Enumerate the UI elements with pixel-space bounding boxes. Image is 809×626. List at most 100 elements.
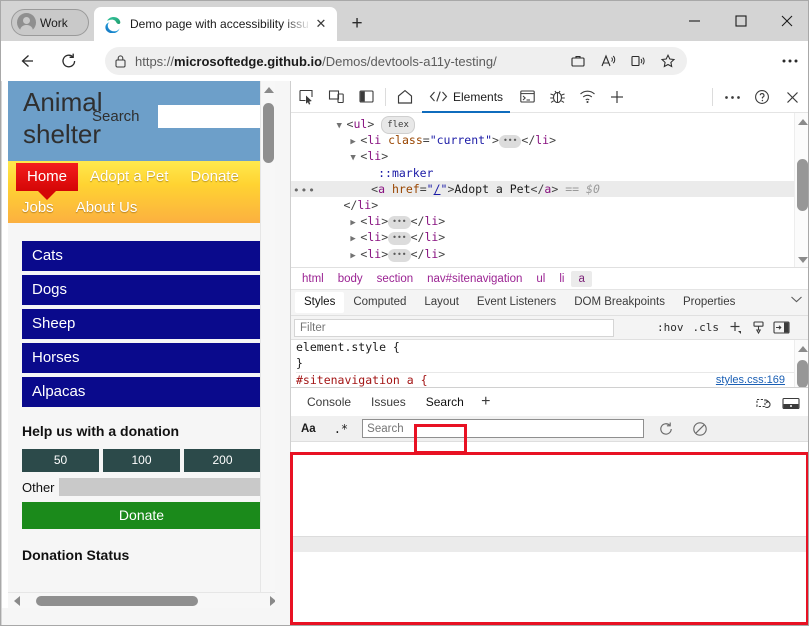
toggle-sidebar-icon[interactable] (771, 318, 791, 337)
dom-line[interactable]: ▶<li>•••</li> (291, 229, 809, 245)
scroll-up-arrow-icon[interactable] (261, 81, 275, 98)
tab-console[interactable]: Console (297, 390, 361, 415)
tab-issues[interactable]: Issues (361, 390, 416, 415)
breadcrumb-item-a[interactable]: a (571, 271, 591, 287)
list-item[interactable]: Alpacas (22, 377, 261, 407)
sources-debug-icon[interactable] (542, 82, 572, 112)
dom-line[interactable]: ▼<li> (291, 148, 809, 164)
hov-toggle-button[interactable]: :hov (654, 321, 687, 334)
scroll-up-arrow-icon[interactable] (795, 113, 809, 130)
tab-styles[interactable]: Styles (295, 292, 344, 313)
tab-properties[interactable]: Properties (674, 292, 744, 313)
device-emulation-icon[interactable] (321, 82, 351, 112)
other-amount-input[interactable] (59, 478, 261, 496)
profile-button[interactable]: Work (11, 9, 89, 36)
scroll-up-arrow-icon[interactable] (795, 340, 809, 357)
cls-toggle-button[interactable]: .cls (690, 321, 723, 334)
back-arrow-icon[interactable] (11, 46, 43, 76)
breadcrumb-item-ul[interactable]: ul (529, 271, 552, 287)
scroll-down-arrow-icon[interactable] (795, 251, 809, 268)
add-panel-icon[interactable] (602, 82, 632, 112)
dom-line[interactable]: ▼<ul> flex (291, 116, 809, 132)
dom-line-selected[interactable]: ••• <a href="/">Adopt a Pet</a> == $0 (291, 181, 809, 197)
css-source-link[interactable]: styles.css:169 (716, 373, 785, 387)
nav-link-donate[interactable]: Donate (190, 168, 238, 185)
page-horizontal-scrollbar[interactable] (8, 592, 275, 608)
dom-line[interactable]: ▶<li>•••</li> (291, 213, 809, 229)
add-drawer-tab-icon[interactable]: + (474, 393, 498, 411)
address-bar[interactable]: https://microsoftedge.github.io/Demos/de… (105, 47, 687, 75)
page-vertical-scrollbar[interactable] (260, 81, 275, 608)
element-state-icon[interactable] (748, 318, 768, 337)
donate-button[interactable]: Donate (22, 502, 261, 529)
more-settings-icon[interactable] (772, 46, 808, 76)
list-item[interactable]: Dogs (22, 275, 261, 305)
dom-line[interactable]: </li> (291, 197, 809, 213)
chevron-down-icon[interactable] (790, 294, 803, 304)
list-item[interactable]: Horses (22, 343, 261, 373)
breadcrumb-item-nav[interactable]: nav#sitenavigation (420, 271, 529, 287)
refresh-search-icon[interactable] (654, 418, 678, 440)
new-tab-button[interactable]: + (345, 12, 369, 36)
console-icon[interactable] (512, 82, 542, 112)
collections-icon[interactable] (563, 48, 593, 74)
scroll-right-arrow-icon[interactable] (264, 593, 275, 608)
search-input[interactable] (362, 419, 644, 438)
tab-event-listeners[interactable]: Event Listeners (468, 292, 565, 313)
element-style-rule[interactable]: element.style { } (296, 340, 809, 371)
list-item[interactable]: Cats (22, 241, 261, 271)
styles-filter-input[interactable] (294, 319, 614, 337)
page-vertical-scroll-thumb[interactable] (263, 103, 274, 163)
amount-button-100[interactable]: 100 (103, 449, 180, 472)
nav-link-home[interactable]: Home (16, 163, 78, 191)
dom-line-pseudo[interactable]: ::marker (291, 165, 809, 181)
network-icon[interactable] (572, 82, 602, 112)
nav-link-about-us[interactable]: About Us (76, 199, 138, 216)
nav-link-adopt-a-pet[interactable]: Adopt a Pet (90, 168, 168, 185)
tab-layout[interactable]: Layout (415, 292, 468, 313)
tab-search[interactable]: Search (416, 390, 474, 415)
read-aloud-icon[interactable] (593, 48, 623, 74)
tab-computed[interactable]: Computed (344, 292, 415, 313)
tab-dom-breakpoints[interactable]: DOM Breakpoints (565, 292, 674, 313)
minimize-button[interactable] (672, 1, 718, 41)
amount-button-200[interactable]: 200 (184, 449, 261, 472)
breadcrumb-item-li[interactable]: li (552, 271, 571, 287)
close-window-button[interactable] (764, 1, 809, 41)
regex-button[interactable]: .* (330, 421, 352, 437)
new-style-rule-icon[interactable] (725, 318, 745, 337)
maximize-button[interactable] (718, 1, 764, 41)
favorite-star-icon[interactable] (653, 48, 683, 74)
dom-tree-scrollbar[interactable] (794, 113, 809, 268)
styles-scroll-thumb[interactable] (797, 360, 808, 387)
css-rule[interactable]: #sitenavigation a { styles.css:169 (296, 373, 809, 387)
breadcrumb-item-section[interactable]: section (370, 271, 420, 287)
page-horizontal-scroll-thumb[interactable] (36, 596, 198, 606)
styles-scrollbar[interactable] (794, 340, 809, 387)
breadcrumb-item-html[interactable]: html (295, 271, 331, 287)
match-case-button[interactable]: Aa (297, 422, 320, 436)
dom-tree-scroll-thumb[interactable] (797, 159, 808, 211)
dom-line[interactable]: ▶<li>•••</li> (291, 246, 809, 262)
dock-side-icon[interactable] (351, 82, 381, 112)
breadcrumb-item-body[interactable]: body (331, 271, 370, 287)
amount-button-50[interactable]: 50 (22, 449, 99, 472)
scroll-left-arrow-icon[interactable] (8, 593, 25, 608)
dock-drawer-icon[interactable] (777, 391, 805, 415)
nav-link-jobs[interactable]: Jobs (22, 199, 54, 216)
site-search-input[interactable] (158, 105, 275, 128)
more-tools-icon[interactable] (717, 82, 747, 112)
clear-search-icon[interactable] (688, 418, 712, 440)
refresh-icon[interactable] (53, 46, 85, 76)
close-devtools-icon[interactable] (777, 82, 807, 112)
immersive-reader-icon[interactable] (623, 48, 653, 74)
dom-line[interactable]: ▶<li class="current">•••</li> (291, 132, 809, 148)
devtools-settings-icon[interactable] (749, 391, 777, 415)
browser-tab[interactable]: Demo page with accessibility issu ✕ (94, 7, 337, 41)
list-item[interactable]: Sheep (22, 309, 261, 339)
welcome-home-icon[interactable] (390, 82, 420, 112)
tab-close-icon[interactable]: ✕ (311, 14, 331, 34)
inspect-element-icon[interactable] (291, 82, 321, 112)
help-icon[interactable] (747, 82, 777, 112)
tab-elements[interactable]: Elements (420, 81, 512, 113)
